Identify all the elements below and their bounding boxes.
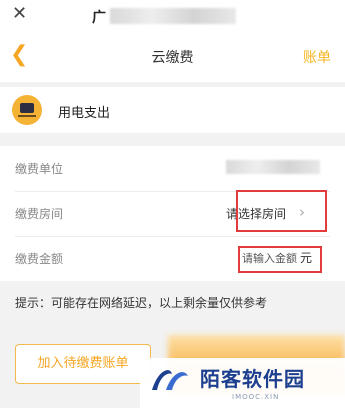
page-title: 云缴费 bbox=[151, 50, 194, 66]
watermark-subtext: IMOOC.XIN bbox=[232, 393, 280, 401]
watermark: 陌客软件园 IMOOC.XIN bbox=[140, 358, 345, 408]
add-to-bill-button[interactable]: 加入待缴费账单 bbox=[15, 344, 151, 384]
watermark-text: 陌客软件园 bbox=[200, 367, 305, 391]
unit-label: 缴费单位 bbox=[15, 162, 64, 176]
top-bar: ✕ 广 bbox=[0, 0, 345, 30]
amount-label: 缴费金额 bbox=[15, 252, 64, 266]
bill-link[interactable]: 账单 bbox=[303, 47, 331, 67]
highlight-box-room bbox=[236, 190, 327, 232]
highlight-box-amount bbox=[238, 246, 322, 273]
watermark-logo-icon bbox=[152, 370, 188, 390]
nav-bar: ❮ 云缴费 账单 bbox=[0, 30, 345, 82]
close-icon[interactable]: ✕ bbox=[12, 4, 27, 24]
window-title: 广 bbox=[92, 10, 106, 26]
blurred-unit-value bbox=[226, 160, 320, 174]
blurred-title bbox=[110, 8, 236, 24]
tip-text: 提示：可能存在网络延迟，以上剩余量仅供参考 bbox=[15, 296, 268, 310]
tv-monitor-icon bbox=[12, 95, 42, 125]
expense-type-row[interactable]: 用电支出 bbox=[0, 87, 345, 133]
room-label: 缴费房间 bbox=[15, 207, 64, 221]
unit-row: 缴费单位 bbox=[0, 146, 345, 191]
expense-type-label: 用电支出 bbox=[58, 106, 111, 121]
